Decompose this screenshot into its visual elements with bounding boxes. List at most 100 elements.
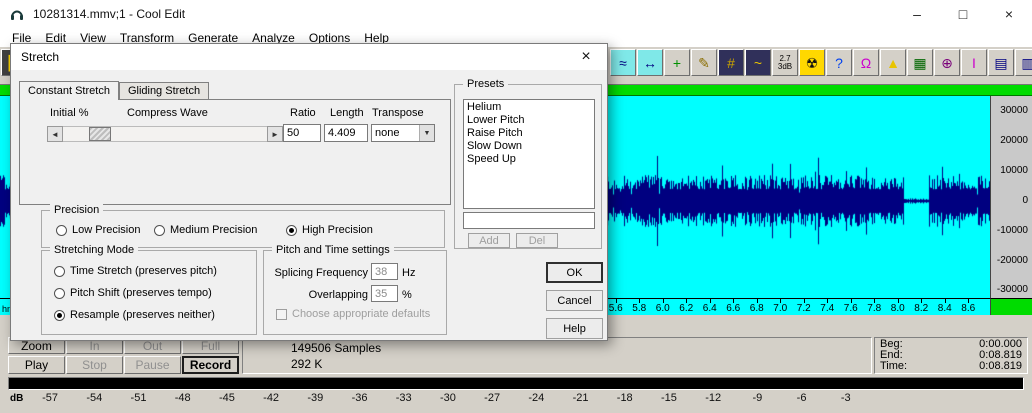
preset-name-input[interactable] [463, 212, 595, 229]
radio-label: Medium Precision [170, 224, 257, 236]
grid-icon[interactable]: # [718, 49, 744, 76]
tab-gliding-stretch[interactable]: Gliding Stretch [119, 82, 209, 99]
db-scale-value: -51 [116, 392, 160, 404]
record-button[interactable]: Record [182, 356, 239, 374]
file-size: 292 K [291, 356, 871, 372]
timeline-tick: 5.8 [628, 299, 652, 314]
checkbox-label: Choose appropriate defaults [292, 308, 430, 320]
radio-label: Time Stretch (preserves pitch) [70, 265, 217, 277]
lasso-icon[interactable]: Ω [853, 49, 879, 76]
db-scale-value: -6 [779, 392, 823, 404]
selection-time-box: Beg: 0:00.000 End: 0:08.819 Time: 0:08.8… [874, 337, 1028, 374]
transpose-value: none [372, 127, 419, 139]
timeline-tick: 7.4 [816, 299, 840, 314]
pitch-time-settings-group: Pitch and Time settings Splicing Frequen… [263, 250, 447, 335]
envelope-icon[interactable]: ▲ [880, 49, 906, 76]
length-input[interactable] [324, 124, 368, 142]
slider-right-arrow-icon[interactable]: ► [267, 126, 283, 142]
zoom-tool-icon[interactable]: ⊕ [934, 49, 960, 76]
dialog-title: Stretch [21, 50, 59, 64]
crosshair-icon[interactable]: + [664, 49, 690, 76]
delete-preset-button: Del [516, 233, 558, 248]
db-scale-value: -18 [603, 392, 647, 404]
preset-item[interactable]: Lower Pitch [464, 114, 594, 127]
window-title: 10281314.mmv;1 - Cool Edit [33, 7, 185, 21]
presets-listbox[interactable]: HeliumLower PitchRaise PitchSlow DownSpe… [463, 99, 595, 209]
level-meter[interactable] [8, 377, 1024, 390]
add-preset-button: Add [468, 233, 510, 248]
help-button[interactable]: Help [546, 318, 603, 339]
info-list-icon[interactable]: ▥ [1015, 49, 1032, 76]
radio-time-stretch[interactable]: Time Stretch (preserves pitch) [54, 265, 217, 277]
timeline-tick: 7.8 [863, 299, 887, 314]
db-unit-label: dB [10, 393, 23, 404]
radio-low-precision[interactable]: Low Precision [56, 224, 140, 236]
slider-thumb[interactable] [89, 127, 111, 141]
noise-reduction-icon[interactable]: ☢ [799, 49, 825, 76]
timeline-tick: 8.6 [957, 299, 981, 314]
preset-item[interactable]: Helium [464, 101, 594, 114]
amplitude-ruler[interactable]: 3000020000100000-10000-20000-30000 [990, 96, 1032, 298]
time-value: 0:08.819 [979, 361, 1022, 372]
db-scale-value: -3 [824, 392, 868, 404]
reverse-wave-icon[interactable]: ↔ [637, 49, 663, 76]
radio-pitch-shift[interactable]: Pitch Shift (preserves tempo) [54, 287, 212, 299]
script-help-icon[interactable]: ? [826, 49, 852, 76]
db-scale-value: -12 [691, 392, 735, 404]
db-scale-value: -15 [647, 392, 691, 404]
cue-sheet-icon[interactable]: ▤ [988, 49, 1014, 76]
timeline-tick: 7.0 [769, 299, 793, 314]
radio-high-precision[interactable]: High Precision [286, 224, 373, 236]
db-scale-value: -30 [426, 392, 470, 404]
preset-item[interactable]: Raise Pitch [464, 127, 594, 140]
invert-wave-icon[interactable]: ≈ [610, 49, 636, 76]
stretching-mode-group-label: Stretching Mode [50, 243, 138, 257]
cancel-button[interactable]: Cancel [546, 290, 603, 311]
radio-medium-precision[interactable]: Medium Precision [154, 224, 257, 236]
radio-resample[interactable]: Resample (preserves neither) [54, 309, 215, 321]
radio-circle [154, 225, 165, 236]
timeline-tick: 8.0 [886, 299, 910, 314]
maximize-button[interactable]: □ [940, 0, 986, 28]
timeline-tick: 8.4 [933, 299, 957, 314]
wave-draw-icon[interactable]: ~ [745, 49, 771, 76]
timeline-tick: 8.2 [910, 299, 934, 314]
radio-label: Pitch Shift (preserves tempo) [70, 287, 212, 299]
timeline-tick: 6.6 [722, 299, 746, 314]
db-scale-value: -24 [514, 392, 558, 404]
stretching-mode-group: Stretching Mode Time Stretch (preserves … [41, 250, 257, 335]
slider-track[interactable] [63, 126, 267, 142]
dialog-close-icon[interactable]: × [567, 44, 605, 70]
spectrum-icon[interactable]: ▦ [907, 49, 933, 76]
transpose-select[interactable]: none ▼ [371, 124, 435, 142]
ok-button[interactable]: OK [546, 262, 603, 283]
db-scale-value: -54 [72, 392, 116, 404]
precision-group-label: Precision [50, 203, 103, 217]
pencil-icon[interactable]: ✎ [691, 49, 717, 76]
timeline-tick: 7.2 [792, 299, 816, 314]
slider-left-arrow-icon[interactable]: ◄ [47, 126, 63, 142]
chevron-down-icon[interactable]: ▼ [419, 125, 434, 141]
db-scale-value: -57 [28, 392, 72, 404]
samples-count: 149506 Samples [291, 340, 871, 356]
db-scale-value: -27 [470, 392, 514, 404]
db-scale-value: -9 [735, 392, 779, 404]
timeline-ticks: 5.65.86.06.26.46.66.87.07.27.47.67.88.08… [604, 299, 980, 314]
radio-circle [54, 288, 65, 299]
dialog-title-bar: Stretch × [11, 44, 607, 70]
amplitude-ruler-value: 10000 [1000, 166, 1028, 176]
play-button[interactable]: Play [8, 356, 65, 374]
tab-constant-stretch[interactable]: Constant Stretch [19, 81, 119, 100]
radio-circle [54, 266, 65, 277]
overlapping-label: Overlapping [264, 289, 368, 301]
ibeam-icon[interactable]: I [961, 49, 987, 76]
close-button[interactable]: × [986, 0, 1032, 28]
preset-item[interactable]: Slow Down [464, 140, 594, 153]
ratio-input[interactable] [283, 124, 321, 142]
radio-label: Low Precision [72, 224, 140, 236]
choose-defaults-checkbox: Choose appropriate defaults [276, 308, 430, 320]
minimize-button[interactable]: – [894, 0, 940, 28]
amplify-3db-icon[interactable]: 2.7 3dB [772, 49, 798, 76]
preset-item[interactable]: Speed Up [464, 153, 594, 166]
stop-button: Stop [66, 356, 123, 374]
